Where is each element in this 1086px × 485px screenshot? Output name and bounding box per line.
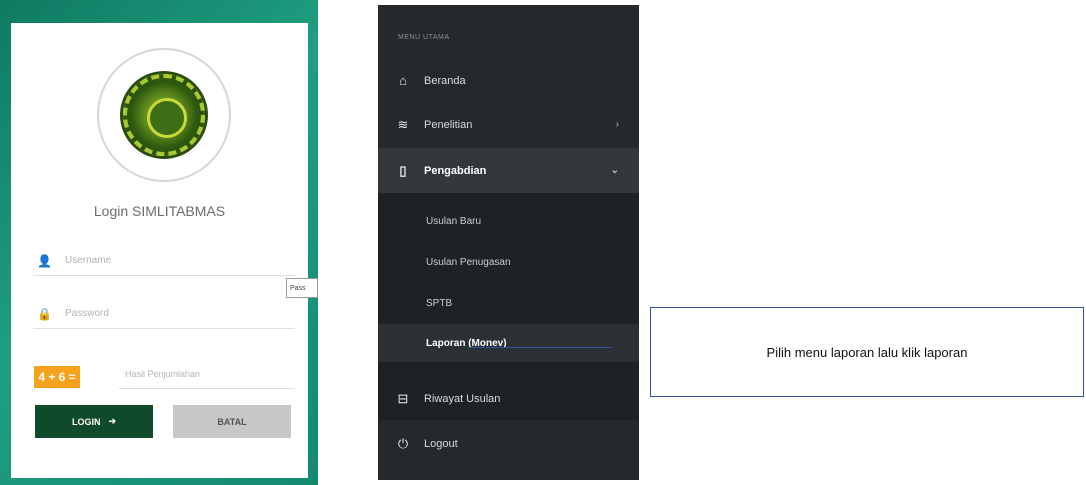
desktop-icon: ⊟: [397, 390, 409, 406]
sidebar-item-label: Pengabdian: [424, 164, 487, 177]
cancel-button-label: BATAL: [217, 416, 247, 427]
password-field: 🔒: [33, 299, 295, 329]
clipboard-icon: ▯: [399, 162, 407, 178]
captcha-field: [119, 359, 295, 389]
password-tooltip: Pass: [286, 278, 318, 298]
sidebar-item-penelitian[interactable]: ≋ Penelitian ›: [378, 102, 639, 147]
password-input[interactable]: [65, 308, 285, 319]
sidebar-item-label: Penelitian: [424, 118, 473, 131]
submenu-active-highlight: [378, 324, 639, 362]
arrow-right-icon: ➜: [108, 416, 117, 426]
login-card: Login SIMLITABMAS 👤 🔒 4 + 6 = LOGIN ➜ BA…: [11, 23, 308, 478]
power-icon: ⏻: [397, 435, 409, 451]
sidebar-item-label: Logout: [424, 437, 458, 450]
lock-icon: 🔒: [37, 306, 52, 321]
chevron-down-icon: ⌄: [610, 165, 619, 176]
university-seal-logo: [123, 74, 205, 156]
username-input[interactable]: [65, 255, 285, 266]
submenu-item-usulan-baru[interactable]: Usulan Baru: [426, 216, 481, 227]
menu-header: MENU UTAMA: [398, 34, 450, 41]
cancel-button[interactable]: BATAL: [173, 405, 291, 438]
username-field: 👤: [33, 246, 295, 276]
layers-icon: ≋: [397, 116, 409, 132]
home-icon: ⌂: [399, 73, 407, 88]
login-button[interactable]: LOGIN ➜: [35, 405, 153, 438]
sidebar-item-label: Riwayat Usulan: [424, 392, 501, 405]
annotation-pointer-line: [468, 347, 612, 348]
user-icon: 👤: [37, 253, 52, 268]
sidebar-menu: MENU UTAMA ⌂ Beranda ≋ Penelitian › ▯ Pe…: [378, 5, 639, 480]
login-title: Login SIMLITABMAS: [93, 203, 226, 219]
sidebar-item-label: Beranda: [424, 74, 466, 87]
captcha-badge: 4 + 6 =: [34, 366, 80, 388]
sidebar-item-beranda[interactable]: ⌂ Beranda: [378, 58, 639, 103]
login-button-label: LOGIN: [71, 416, 101, 427]
sidebar-item-riwayat-usulan[interactable]: ⊟ Riwayat Usulan: [378, 376, 639, 421]
logo-ring: [97, 48, 231, 182]
sidebar-item-pengabdian[interactable]: ▯ Pengabdian ⌄: [378, 148, 639, 193]
sidebar-item-logout[interactable]: ⏻ Logout: [378, 421, 639, 466]
annotation-text: Pilih menu laporan lalu klik laporan: [766, 344, 968, 360]
submenu-item-sptb[interactable]: SPTB: [426, 298, 452, 309]
captcha-answer-input[interactable]: [125, 368, 285, 379]
submenu-item-usulan-penugasan[interactable]: Usulan Penugasan: [426, 257, 511, 268]
login-background: Login SIMLITABMAS 👤 🔒 4 + 6 = LOGIN ➜ BA…: [0, 0, 318, 485]
chevron-right-icon: ›: [615, 119, 619, 130]
annotation-callout: Pilih menu laporan lalu klik laporan: [650, 307, 1084, 397]
